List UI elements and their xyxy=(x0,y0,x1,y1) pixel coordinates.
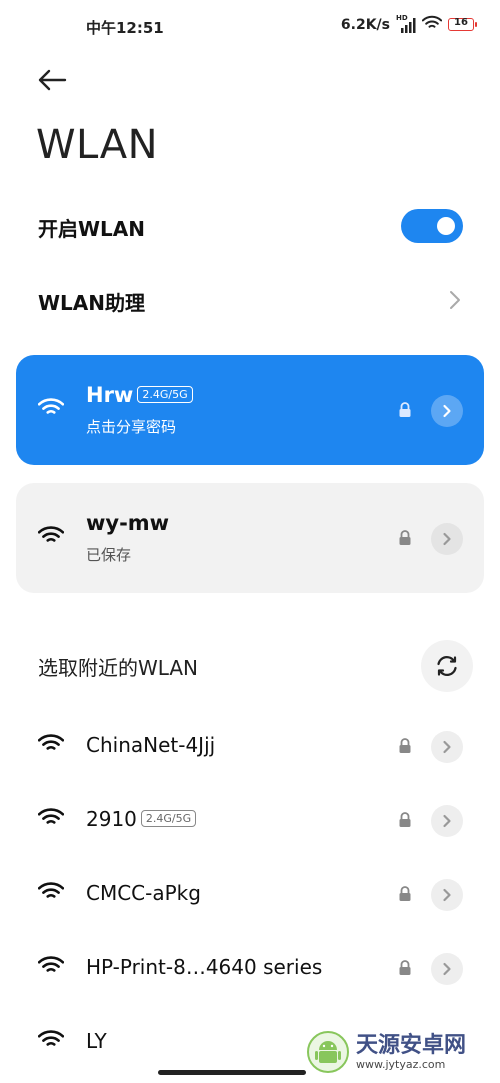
wifi-icon xyxy=(38,956,64,972)
lock-icon xyxy=(399,812,411,827)
lock-icon xyxy=(399,402,411,417)
wifi-icon xyxy=(38,808,64,824)
chevron-right-icon xyxy=(450,291,460,309)
chevron-right-icon xyxy=(443,888,451,902)
wifi-icon xyxy=(38,526,64,542)
wifi-icon xyxy=(38,1030,64,1046)
nearby-network-item[interactable]: 2910 2.4G/5G xyxy=(0,793,500,849)
watermark: 天源安卓网 www.jytyaz.com xyxy=(306,1030,466,1074)
lock-icon xyxy=(399,738,411,753)
ssid-text: 2910 xyxy=(86,807,137,831)
wlan-toggle[interactable] xyxy=(401,209,463,243)
android-logo-icon xyxy=(307,1031,349,1073)
connected-network-card[interactable]: Hrw 2.4G/5G 点击分享密码 xyxy=(16,355,484,465)
wifi-icon xyxy=(38,882,64,898)
chevron-right-icon xyxy=(443,532,451,546)
back-button[interactable] xyxy=(32,62,72,98)
page-title: WLAN xyxy=(36,122,159,168)
wlan-assistant-item[interactable]: WLAN助理 xyxy=(38,287,145,316)
wifi-icon xyxy=(38,734,64,750)
network-speed: 6.2K/s xyxy=(340,16,390,33)
wifi-icon xyxy=(38,398,64,414)
nearby-network-item[interactable]: HP-Print-8…4640 series xyxy=(0,941,500,997)
battery-level: 16 xyxy=(454,17,468,28)
chevron-right-icon xyxy=(443,404,451,418)
network-ssid: CMCC-aPkg xyxy=(86,881,201,905)
network-detail-button[interactable] xyxy=(431,805,463,837)
network-detail-button[interactable] xyxy=(431,731,463,763)
network-ssid: wy-mw xyxy=(86,511,170,535)
wlan-settings-page: 中午12:51 6.2K/s HD 16 WLAN 开启WLAN WLAN助理 … xyxy=(0,0,500,1083)
status-time: 中午12:51 xyxy=(86,19,164,37)
watermark-url: www.jytyaz.com xyxy=(356,1057,446,1071)
battery-icon: 16 xyxy=(448,17,477,31)
network-detail-button[interactable] xyxy=(431,953,463,985)
watermark-name: 天源安卓网 xyxy=(356,1032,467,1058)
toggle-knob xyxy=(437,217,455,235)
network-detail-button[interactable] xyxy=(431,523,463,555)
lock-icon xyxy=(399,886,411,901)
chevron-right-icon xyxy=(443,740,451,754)
network-ssid: 2910 2.4G/5G xyxy=(86,807,197,831)
lock-icon xyxy=(399,960,411,975)
status-bar: 中午12:51 6.2K/s HD 16 xyxy=(0,0,500,56)
network-ssid: Hrw 2.4G/5G xyxy=(86,383,193,407)
network-detail-button[interactable] xyxy=(431,395,463,427)
ssid-text: Hrw xyxy=(86,383,134,407)
refresh-button[interactable] xyxy=(421,640,473,692)
home-indicator[interactable] xyxy=(158,1070,306,1075)
share-password-hint: 点击分享密码 xyxy=(86,418,177,436)
nearby-network-item[interactable]: CMCC-aPkg xyxy=(0,867,500,923)
lock-icon xyxy=(399,530,411,545)
status-icons: 6.2K/s HD 16 xyxy=(340,14,477,34)
wlan-toggle-label: 开启WLAN xyxy=(38,217,146,241)
network-ssid: ChinaNet-4Jjj xyxy=(86,733,216,757)
network-ssid: LY xyxy=(86,1029,107,1053)
wifi-icon xyxy=(421,15,443,34)
saved-network-card[interactable]: wy-mw 已保存 xyxy=(16,483,484,593)
saved-status: 已保存 xyxy=(86,546,132,564)
nearby-network-item[interactable]: ChinaNet-4Jjj xyxy=(0,719,500,775)
chevron-right-icon xyxy=(443,962,451,976)
chevron-right-icon xyxy=(443,814,451,828)
band-badge: 2.4G/5G xyxy=(140,810,197,827)
nearby-section-label: 选取附近的WLAN xyxy=(38,656,199,680)
arrow-left-icon xyxy=(38,69,67,91)
network-ssid: HP-Print-8…4640 series xyxy=(86,955,323,979)
watermark-text: 天源安卓网 www.jytyaz.com xyxy=(356,1032,467,1071)
network-detail-button[interactable] xyxy=(431,879,463,911)
refresh-icon xyxy=(437,656,457,676)
signal-icon: HD xyxy=(396,14,416,33)
band-badge: 2.4G/5G xyxy=(137,386,193,403)
